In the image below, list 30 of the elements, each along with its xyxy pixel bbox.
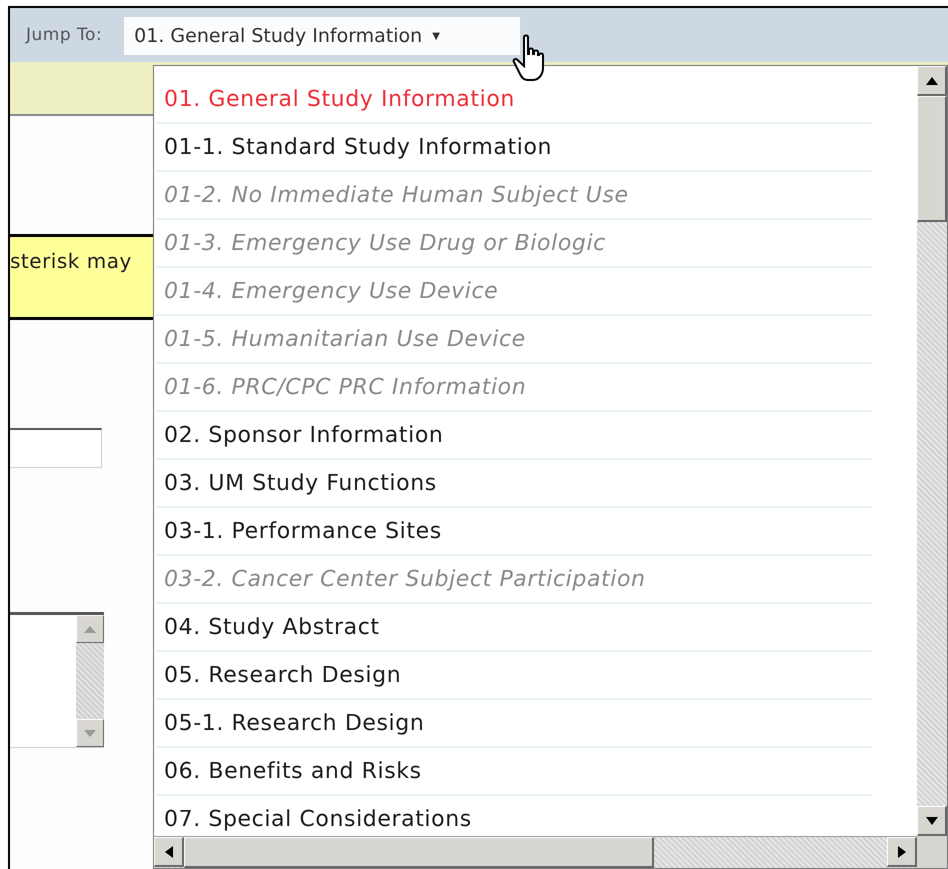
dropdown-option[interactable]: 02. Sponsor Information: [156, 412, 872, 460]
right-arrow-icon: [898, 846, 906, 858]
jump-to-select[interactable]: 01. General Study Information ▼: [124, 17, 520, 55]
dropdown-option[interactable]: 03. UM Study Functions: [156, 460, 872, 508]
scrollbar-thumb[interactable]: [184, 837, 654, 868]
input-field[interactable]: [10, 428, 102, 468]
left-arrow-icon: [164, 846, 172, 858]
dropdown-option[interactable]: 05-1. Research Design: [156, 700, 872, 748]
horizontal-scrollbar[interactable]: [154, 836, 917, 868]
dropdown-option[interactable]: 05. Research Design: [156, 652, 872, 700]
up-arrow-icon: [84, 626, 96, 632]
down-arrow-icon: [926, 816, 938, 824]
dropdown-option[interactable]: 01. General Study Information: [156, 76, 872, 124]
dropdown-option[interactable]: 06. Benefits and Risks: [156, 748, 872, 796]
scroll-right-button[interactable]: [887, 837, 917, 867]
vertical-scrollbar[interactable]: [917, 66, 947, 836]
caret-icon: ▼: [432, 30, 440, 42]
text-area[interactable]: [10, 612, 104, 748]
scroll-left-button[interactable]: [154, 837, 184, 867]
scrollbar-thumb[interactable]: [917, 96, 947, 222]
scroll-up-button[interactable]: [917, 66, 947, 96]
jump-to-label: Jump To:: [26, 25, 102, 45]
up-arrow-icon: [926, 76, 938, 84]
dropdown-option[interactable]: 03-1. Performance Sites: [156, 508, 872, 556]
scroll-down-button[interactable]: [917, 806, 947, 836]
dropdown-option[interactable]: 04. Study Abstract: [156, 604, 872, 652]
dropdown-option[interactable]: 01-1. Standard Study Information: [156, 124, 872, 172]
down-arrow-icon: [84, 730, 96, 736]
scrollbar-corner: [917, 836, 947, 868]
notice-banner: sterisk may: [10, 234, 156, 320]
